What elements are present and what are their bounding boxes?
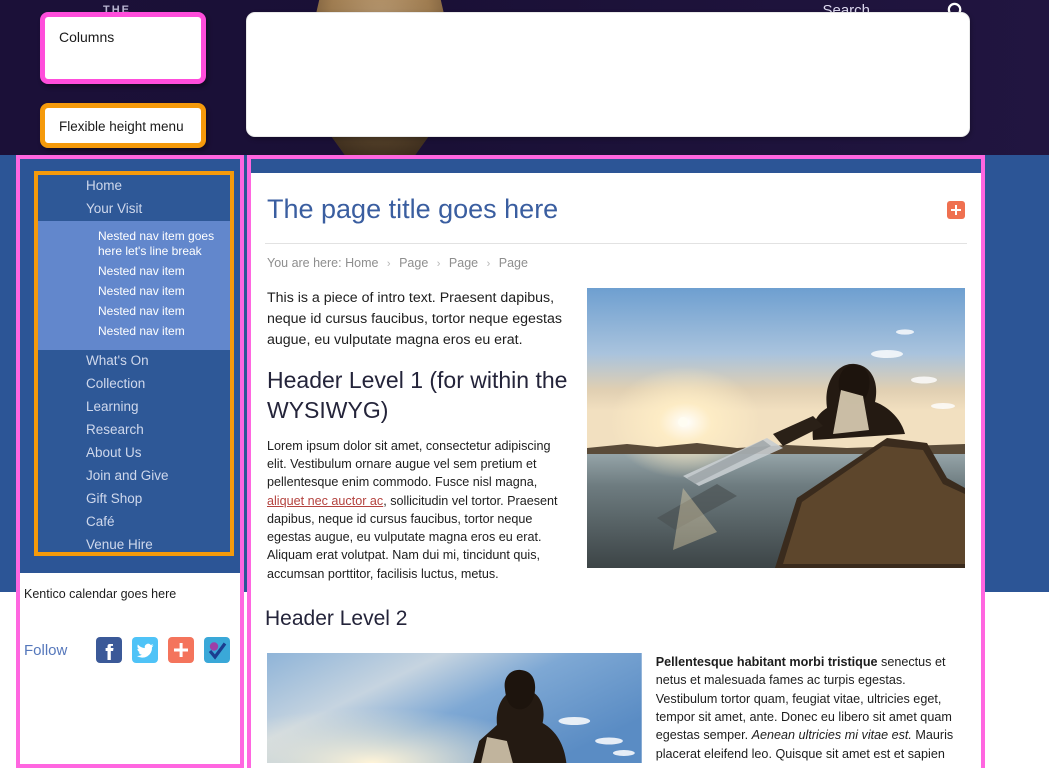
annotation-flexible-height-menu-label: Flexible height menu <box>59 119 184 134</box>
nested-nav-item-4[interactable]: Nested nav item <box>38 302 230 322</box>
page-title: The page title goes here <box>267 194 559 224</box>
sidebar-item-learning[interactable]: Learning <box>38 396 230 419</box>
canoe-paddler-sunset-photo <box>587 287 965 568</box>
breadcrumb-item-1[interactable]: Page <box>399 256 428 270</box>
lower-paragraph: Pellentesque habitant morbi tristique se… <box>656 653 965 763</box>
breadcrumb: You are here: Home › Page › Page › Page <box>265 244 967 288</box>
annotation-blank-panel <box>246 12 970 137</box>
main-navigation[interactable]: Home Your Visit Nested nav item goes her… <box>38 175 230 552</box>
plus-icon[interactable] <box>947 201 965 219</box>
sidebar-item-about-us[interactable]: About Us <box>38 442 230 465</box>
inline-link[interactable]: aliquet nec auctor ac <box>267 494 383 508</box>
body-part-1: Lorem ipsum dolor sit amet, consectetur … <box>267 438 551 490</box>
breadcrumb-item-home[interactable]: Home <box>345 256 378 270</box>
sidebar-item-cafe[interactable]: Café <box>38 511 230 534</box>
sidebar-item-join-and-give[interactable]: Join and Give <box>38 465 230 488</box>
nav-highlight-outline: Home Your Visit Nested nav item goes her… <box>34 171 234 556</box>
sidebar-item-your-visit[interactable]: Your Visit <box>38 198 230 221</box>
nested-nav-item-2[interactable]: Nested nav item <box>38 262 230 282</box>
breadcrumb-separator: › <box>386 257 391 270</box>
facebook-icon[interactable] <box>96 637 122 663</box>
image-column <box>587 287 965 583</box>
header-level-2: Header Level 2 <box>265 607 408 631</box>
silhouette-sunset-photo <box>267 653 642 764</box>
lower-grid: Pellentesque habitant morbi tristique se… <box>265 643 967 764</box>
sidebar-item-venue-hire[interactable]: Venue Hire <box>38 534 230 552</box>
nested-navigation[interactable]: Nested nav item goes here let's line bre… <box>38 221 230 350</box>
lower-italic: Aenean ultricies mi vitae est. <box>751 728 912 743</box>
sidebar-item-whats-on[interactable]: What's On <box>38 350 230 373</box>
intro-text: This is a piece of intro text. Praesent … <box>267 289 562 348</box>
content-grid: This is a piece of intro text. Praesent … <box>265 287 967 583</box>
text-column: This is a piece of intro text. Praesent … <box>267 288 569 583</box>
calendar-placeholder: Kentico calendar goes here <box>24 587 177 601</box>
breadcrumb-separator: › <box>486 257 491 270</box>
breadcrumb-item-3[interactable]: Page <box>499 256 528 270</box>
nested-nav-item-3[interactable]: Nested nav item <box>38 282 230 302</box>
annotation-flexible-height-menu: Flexible height menu <box>40 103 206 148</box>
content-top-bar <box>251 159 981 173</box>
twitter-icon[interactable] <box>132 637 158 663</box>
annotation-columns-label: Columns <box>59 29 115 45</box>
nested-nav-item-1[interactable]: Nested nav item goes here let's line bre… <box>38 227 230 262</box>
sidebar-item-gift-shop[interactable]: Gift Shop <box>38 488 230 511</box>
follow-row: Follow <box>24 637 230 663</box>
content-area: The page title goes here You are here: H… <box>251 173 981 768</box>
sidebar-item-research[interactable]: Research <box>38 419 230 442</box>
right-column: The page title goes here You are here: H… <box>247 155 985 768</box>
body-paragraph: Lorem ipsum dolor sit amet, consectetur … <box>267 437 569 583</box>
header-level-1: Header Level 1 (for within the WYSIWYG) <box>267 366 568 423</box>
google-plus-icon[interactable] <box>168 637 194 663</box>
lower-bold-lead: Pellentesque habitant morbi tristique <box>655 655 878 670</box>
breadcrumb-separator: › <box>436 257 441 270</box>
page-title-row: The page title goes here <box>265 173 967 244</box>
breadcrumb-item-2[interactable]: Page <box>449 256 478 270</box>
breadcrumb-prefix: You are here: <box>267 255 342 270</box>
annotation-columns: Columns <box>40 12 206 84</box>
foursquare-icon[interactable] <box>204 637 230 663</box>
left-column: Home Your Visit Nested nav item goes her… <box>16 155 244 768</box>
left-nav-band: Home Your Visit Nested nav item goes her… <box>20 159 240 573</box>
page-root: THE Search Home Your Visit Nested nav it… <box>0 0 1049 768</box>
nested-nav-item-5[interactable]: Nested nav item <box>38 322 230 342</box>
sidebar-item-collection[interactable]: Collection <box>38 373 230 396</box>
follow-label: Follow <box>24 641 68 659</box>
sidebar-item-home[interactable]: Home <box>38 175 230 198</box>
